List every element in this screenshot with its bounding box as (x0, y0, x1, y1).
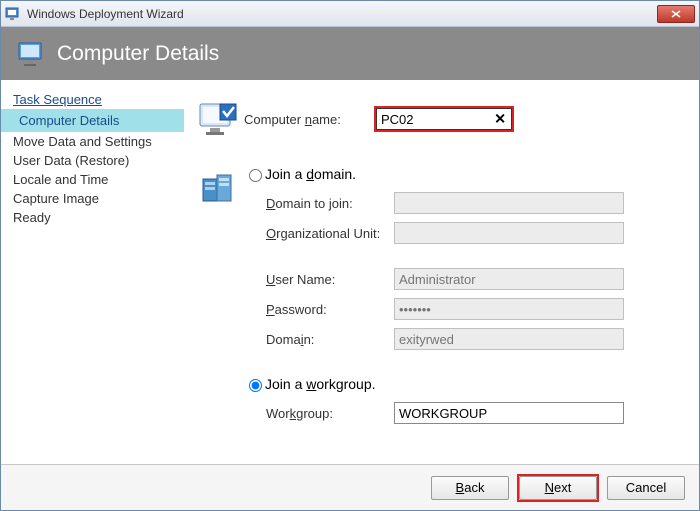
close-button[interactable] (657, 5, 695, 23)
password-input (394, 298, 624, 320)
sidebar-item-locale-time[interactable]: Locale and Time (1, 170, 184, 189)
sidebar-item-capture-image[interactable]: Capture Image (1, 189, 184, 208)
domain-input (394, 328, 624, 350)
join-domain-label: Join a domain. (265, 166, 356, 182)
cancel-button[interactable]: Cancel (607, 476, 685, 500)
username-input (394, 268, 624, 290)
domain-label: Domain: (266, 332, 394, 347)
body: Task Sequence Computer Details Move Data… (1, 80, 699, 464)
domain-to-join-input (394, 192, 624, 214)
org-unit-input (394, 222, 624, 244)
sidebar-item-computer-details[interactable]: Computer Details (1, 109, 184, 132)
computer-name-label: Computer name: (244, 112, 374, 127)
workgroup-label: Workgroup: (266, 406, 394, 421)
clear-input-icon[interactable]: ✕ (494, 111, 506, 128)
sidebar-item-user-data-restore[interactable]: User Data (Restore) (1, 151, 184, 170)
join-domain-radio[interactable] (249, 169, 262, 182)
join-workgroup-radio[interactable] (249, 379, 262, 392)
username-label: User Name: (266, 272, 394, 287)
computer-name-input[interactable] (376, 108, 512, 130)
computer-name-highlight: ✕ (374, 106, 514, 132)
org-unit-label: Organizational Unit: (266, 226, 394, 241)
server-group-icon (198, 168, 240, 210)
banner-computer-icon (17, 40, 45, 68)
workgroup-input[interactable] (394, 402, 624, 424)
page-title: Computer Details (57, 42, 219, 66)
sidebar: Task Sequence Computer Details Move Data… (1, 80, 184, 464)
sidebar-item-task-sequence[interactable]: Task Sequence (1, 90, 184, 109)
titlebar: Windows Deployment Wizard (1, 1, 699, 27)
banner: Computer Details (1, 27, 699, 80)
next-button-highlight: Next (517, 474, 599, 502)
content-panel: Computer name: ✕ (184, 80, 699, 464)
join-workgroup-label: Join a workgroup. (265, 376, 376, 392)
wizard-window: Windows Deployment Wizard Computer Detai… (0, 0, 700, 511)
back-button[interactable]: Back (431, 476, 509, 500)
sidebar-item-move-data[interactable]: Move Data and Settings (1, 132, 184, 151)
footer: Back Next Cancel (1, 464, 699, 510)
app-icon (5, 6, 21, 22)
password-label: Password: (266, 302, 394, 317)
domain-to-join-label: Domain to join: (266, 196, 394, 211)
computer-check-icon (198, 98, 240, 140)
next-button[interactable]: Next (519, 476, 597, 500)
window-title: Windows Deployment Wizard (27, 7, 657, 21)
sidebar-item-ready[interactable]: Ready (1, 208, 184, 227)
